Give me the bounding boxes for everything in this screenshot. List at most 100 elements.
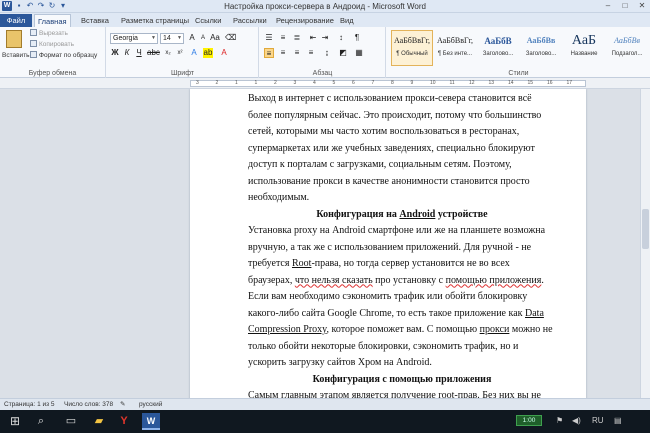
tab-page-layout[interactable]: Разметка страницы [118,14,192,27]
file-explorer-icon[interactable]: ▰ [90,413,108,430]
borders-icon[interactable]: ▦ [354,48,364,58]
search-icon[interactable]: ⌕ [32,413,50,430]
text-run-spellcheck: помощью приложения [445,274,542,286]
maximize-button[interactable]: □ [617,0,633,12]
numbering-icon[interactable]: ≡ [278,33,288,43]
font-group: Georgia ▼ 14 ▼ A A Aa ⌫ Ж К Ч abc x₂ x² A … [107,27,259,78]
change-case-icon[interactable]: Aa [210,33,220,43]
input-language[interactable]: RU [592,415,604,427]
subscript-icon[interactable]: x₂ [163,48,173,58]
close-button[interactable]: ✕ [634,0,650,12]
style-heading-1[interactable]: АаБбВ Заголово... [477,30,519,66]
ruler-tick-label: 5 [332,80,336,86]
show-formatting-button[interactable]: ¶ [352,33,362,43]
format-painter-label: Формат по образцу [39,52,98,59]
clipboard-group-label: Буфер обмена [28,70,77,77]
proofing-icon[interactable]: ✎ [120,399,125,410]
heading-text: устройстве [435,208,488,220]
battery-indicator[interactable]: 1:00 [516,415,542,426]
font-size-select[interactable]: 14 ▼ [160,33,184,44]
sort-icon[interactable]: ↕ [336,33,346,43]
paste-icon[interactable] [6,30,22,48]
style-title[interactable]: АаБ Название [563,30,605,66]
ruler-tick-label: 8 [391,80,394,86]
style-name: Заголово... [525,51,557,57]
tab-references[interactable]: Ссылки [192,14,224,27]
highlight-icon[interactable]: ab [203,48,213,58]
minimize-button[interactable]: – [600,0,616,12]
align-left-button[interactable]: ≡ [264,48,274,58]
tab-review[interactable]: Рецензирование [273,14,337,27]
ruler-tick-label: 13 [488,80,495,86]
style-heading-2[interactable]: АаБбВв Заголово... [520,30,562,66]
clipboard-group: Вставить Вырезать Копировать Формат по о… [0,27,106,78]
heading-text: Конфигурация на [316,208,400,220]
task-view-icon[interactable]: ▭ [62,413,80,430]
flag-icon[interactable]: ⚑ [556,415,563,427]
shading-icon[interactable]: ◩ [338,48,348,58]
ruler-tick-label: 11 [449,80,455,86]
font-color-icon[interactable]: A [219,48,229,58]
vertical-scrollbar[interactable] [640,89,650,398]
ruler-tick-label: 6 [352,80,355,86]
copy-icon [30,40,37,47]
styles-group-label: Стили [508,70,529,77]
language-indicator[interactable]: русский [139,399,162,410]
notifications-icon[interactable]: ▤ [614,415,622,427]
paragraph-proxy-setup: Установка proxy на Android смартфоне или… [248,223,556,372]
copy-button[interactable]: Копировать [30,40,74,49]
tab-mailings[interactable]: Рассылки [230,14,270,27]
style-no-spacing[interactable]: АаБбВвГг, ¶ Без инте... [434,30,476,66]
cut-button[interactable]: Вырезать [30,29,68,38]
ruler-tick-label: 3 [196,80,199,86]
heading-text-underlined: Android [399,208,436,220]
text-effects-icon[interactable]: A [189,48,199,58]
word-count[interactable]: Число слов: 378 [64,399,113,410]
document-area: Выход в интернет с использованием прокси… [0,89,640,398]
underline-button[interactable]: Ч [134,48,144,58]
volume-icon[interactable]: ◀) [572,415,581,427]
heading-app-config: Конфигурация с помощью приложения [312,373,492,385]
tab-file[interactable]: Файл [0,14,32,27]
copy-label: Копировать [39,41,74,48]
increase-indent-icon[interactable]: ⇥ [320,33,330,43]
paste-button[interactable]: Вставить [2,51,30,60]
ruler-tick-label: 16 [547,80,553,86]
word-taskbar-icon[interactable]: W [142,413,160,430]
windows-start-icon[interactable]: ⊞ [6,413,24,430]
format-painter-button[interactable]: Формат по образцу [30,51,97,60]
style-name: ¶ Без инте... [437,51,473,57]
ruler-tick-label: 1 [235,80,238,86]
superscript-icon[interactable]: x² [175,48,185,58]
strikethrough-icon[interactable]: abc [147,48,160,58]
italic-button[interactable]: К [122,48,132,58]
shrink-font-icon[interactable]: A [198,33,208,43]
cut-label: Вырезать [39,30,68,37]
ruler-tick-label: 2 [274,80,277,86]
align-center-icon[interactable]: ≡ [278,48,288,58]
yandex-browser-icon[interactable]: Y [115,413,133,430]
align-right-icon[interactable]: ≡ [292,48,302,58]
document-page[interactable]: Выход в интернет с использованием прокси… [190,89,586,398]
chevron-down-icon: ▼ [177,35,182,41]
page-count[interactable]: Страница: 1 из 5 [4,399,55,410]
justify-icon[interactable]: ≡ [306,48,316,58]
tab-insert[interactable]: Вставка [78,14,112,27]
style-normal[interactable]: АаБбВвГг, ¶ Обычный [391,30,433,66]
bullets-icon[interactable]: ☰ [264,33,274,43]
decrease-indent-icon[interactable]: ⇤ [308,33,318,43]
ruler-tick-label: 4 [313,80,316,86]
tab-view[interactable]: Вид [337,14,357,27]
tab-home[interactable]: Главная [34,14,71,27]
scrollbar-thumb[interactable] [642,209,649,249]
style-subtitle[interactable]: АаБбВв Подзагол... [606,30,648,66]
line-spacing-icon[interactable]: ↨ [322,48,332,58]
multilevel-list-icon[interactable]: ≣ [292,33,302,43]
bold-button[interactable]: Ж [110,48,120,58]
grow-font-icon[interactable]: A [187,33,197,43]
paragraph-root: Самым главным этапом является получение … [248,388,556,398]
horizontal-ruler[interactable]: 3 2 1 1 2 3 4 5 6 7 8 9 10 11 12 13 14 15 16 17 [0,78,650,89]
clear-formatting-icon[interactable]: ⌫ [225,33,236,43]
style-sample: АаБ [571,33,597,48]
font-name-select[interactable]: Georgia ▼ [110,33,158,44]
